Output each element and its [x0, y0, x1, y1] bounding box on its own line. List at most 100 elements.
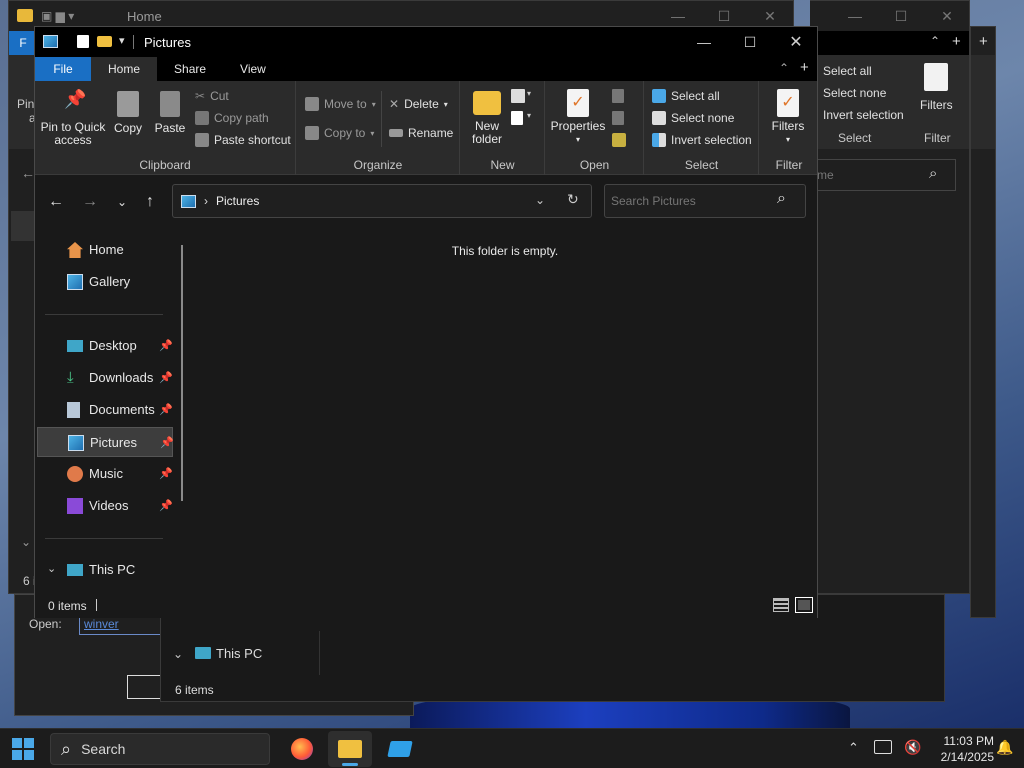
- recent-locations-button[interactable]: ⌄: [109, 189, 135, 215]
- pin-icon[interactable]: 📌: [159, 403, 173, 416]
- copy-to-button[interactable]: Copy to ▾: [305, 126, 374, 140]
- select-none-button[interactable]: Select none: [823, 86, 886, 100]
- taskbar-search[interactable]: ⌕ Search: [50, 733, 270, 765]
- select-all-button[interactable]: Select all: [823, 64, 872, 78]
- explorer-window-back-edge[interactable]: +: [970, 26, 996, 618]
- copy-path-button[interactable]: Copy path: [195, 111, 269, 125]
- pin-icon[interactable]: 📌: [159, 499, 173, 512]
- details-view-icon[interactable]: [773, 598, 789, 612]
- close-button[interactable]: ✕: [773, 27, 819, 57]
- nav-scrollbar[interactable]: [181, 245, 183, 501]
- nav-item-videos[interactable]: Videos 📌: [37, 491, 173, 521]
- minimize-button[interactable]: —: [832, 1, 878, 31]
- tab-file[interactable]: F: [9, 31, 37, 55]
- titlebar[interactable]: ▾ Pictures — ☐ ✕: [35, 27, 817, 57]
- easy-access-icon[interactable]: [511, 111, 523, 125]
- pin-icon[interactable]: 📌: [159, 371, 173, 384]
- invert-selection-button[interactable]: Invert selection: [823, 108, 904, 122]
- search-box-partial[interactable]: me ⌕: [810, 159, 956, 191]
- nav-item-music[interactable]: Music 📌: [37, 459, 173, 489]
- chevron-down-icon[interactable]: ⌄: [21, 535, 31, 549]
- maximize-button[interactable]: ☐: [878, 1, 924, 31]
- tab-share[interactable]: Share: [157, 57, 223, 81]
- pin-icon[interactable]: 📌: [159, 339, 173, 352]
- copy-button[interactable]: Copy: [113, 91, 143, 135]
- paste-button[interactable]: Paste: [153, 91, 187, 135]
- new-tab-icon[interactable]: +: [952, 33, 961, 50]
- notification-bell-icon[interactable]: 🔔: [996, 739, 1013, 756]
- new-folder-button[interactable]: New folder: [467, 91, 507, 146]
- history-icon[interactable]: [612, 133, 626, 147]
- invert-selection-button[interactable]: Invert selection: [652, 133, 752, 147]
- chevron-up-icon[interactable]: ⌃: [930, 34, 940, 48]
- refresh-icon[interactable]: ↻: [567, 191, 579, 208]
- up-button[interactable]: ↑: [137, 189, 163, 215]
- delete-button[interactable]: ✕ Delete ▾: [389, 97, 448, 111]
- close-button[interactable]: ✕: [924, 1, 970, 31]
- open-icon[interactable]: [612, 89, 624, 103]
- breadcrumb-pictures[interactable]: Pictures: [216, 194, 259, 208]
- tab-home[interactable]: Home: [91, 57, 158, 81]
- organize-group-label: Organize: [353, 158, 403, 172]
- chevron-up-icon[interactable]: ⌃: [848, 740, 859, 756]
- file-list[interactable]: This folder is empty.: [193, 227, 817, 593]
- system-clock[interactable]: 11:03 PM 2/14/2025: [918, 733, 994, 765]
- nav-item-downloads[interactable]: ⤓ Downloads 📌: [37, 363, 173, 393]
- back-arrow-icon[interactable]: ←: [21, 165, 35, 181]
- nav-item-gallery[interactable]: Gallery: [37, 267, 173, 297]
- new-tab-icon[interactable]: +: [979, 33, 988, 50]
- nav-item-this-pc[interactable]: ⌄ This PC: [37, 555, 173, 585]
- clipboard-group-label: Clipboard: [139, 158, 191, 172]
- minimize-button[interactable]: —: [681, 27, 727, 57]
- filters-button[interactable]: ✓ Filters ▾: [764, 89, 812, 146]
- search-icon[interactable]: ⌕: [777, 190, 786, 208]
- search-box[interactable]: ⌕: [604, 184, 806, 218]
- nav-item-documents[interactable]: Documents 📌: [37, 395, 173, 425]
- cut-button[interactable]: ✂ Cut: [195, 89, 229, 103]
- nav-item-home[interactable]: Home: [37, 235, 173, 265]
- tab-view[interactable]: View: [223, 57, 283, 81]
- pin-icon[interactable]: 📌: [160, 436, 174, 449]
- start-button[interactable]: [12, 738, 34, 760]
- chevron-down-icon[interactable]: ⌄: [47, 562, 56, 575]
- maximize-button[interactable]: ☐: [727, 27, 773, 57]
- pin-to-quick-access-button[interactable]: 📌 Pin to Quick access: [39, 89, 107, 147]
- move-to-button[interactable]: Move to ▾: [305, 97, 376, 111]
- filters-button[interactable]: Filters: [920, 98, 953, 112]
- search-input[interactable]: [611, 193, 771, 209]
- large-icons-view-icon[interactable]: [795, 597, 813, 613]
- tab-file[interactable]: File: [35, 57, 91, 81]
- paste-shortcut-button[interactable]: Paste shortcut: [195, 133, 291, 147]
- properties-qat-icon[interactable]: [77, 35, 89, 48]
- select-all-button[interactable]: Select all: [652, 89, 720, 103]
- remote-app-icon[interactable]: [378, 731, 422, 767]
- pictures-location-icon: [181, 194, 196, 208]
- pin-icon[interactable]: 📌: [159, 467, 173, 480]
- nav-item-pictures[interactable]: Pictures 📌: [37, 427, 174, 457]
- file-explorer-taskbar-button[interactable]: [328, 731, 372, 767]
- folder-qat-icon[interactable]: [97, 36, 112, 47]
- back-button[interactable]: ←: [43, 189, 69, 215]
- firefox-icon[interactable]: [280, 731, 324, 767]
- address-dropdown-icon[interactable]: ⌄: [535, 193, 545, 207]
- nav-item-desktop[interactable]: Desktop 📌: [37, 331, 173, 361]
- network-icon[interactable]: [874, 740, 892, 754]
- qat-dropdown-icon[interactable]: ▾: [119, 34, 125, 47]
- pin-icon: 📌: [64, 89, 87, 109]
- properties-button[interactable]: ✓ Properties ▾: [548, 89, 608, 146]
- forward-button[interactable]: →: [77, 189, 103, 215]
- search-icon[interactable]: ⌕: [929, 165, 937, 182]
- chevron-down-icon[interactable]: ▾: [527, 89, 531, 98]
- rename-button[interactable]: Rename: [389, 126, 453, 140]
- address-bar[interactable]: › Pictures ⌄ ↻: [172, 184, 592, 218]
- explorer-window-back[interactable]: — ☐ ✕ ⌃ + Select all Select none Invert …: [810, 0, 970, 594]
- this-pc-label[interactable]: This PC: [216, 646, 262, 661]
- new-item-icon[interactable]: [511, 89, 525, 103]
- explorer-window-pictures[interactable]: ▾ Pictures — ☐ ✕ File Home Share View ⌃ …: [34, 26, 818, 618]
- edit-icon[interactable]: [612, 111, 624, 125]
- select-none-button[interactable]: Select none: [652, 111, 734, 125]
- chevron-down-icon[interactable]: ⌄: [173, 647, 183, 661]
- chevron-down-icon[interactable]: ▾: [527, 111, 531, 120]
- new-tab-icon[interactable]: +: [800, 59, 809, 76]
- ribbon-collapse-icon[interactable]: ⌃: [779, 61, 789, 75]
